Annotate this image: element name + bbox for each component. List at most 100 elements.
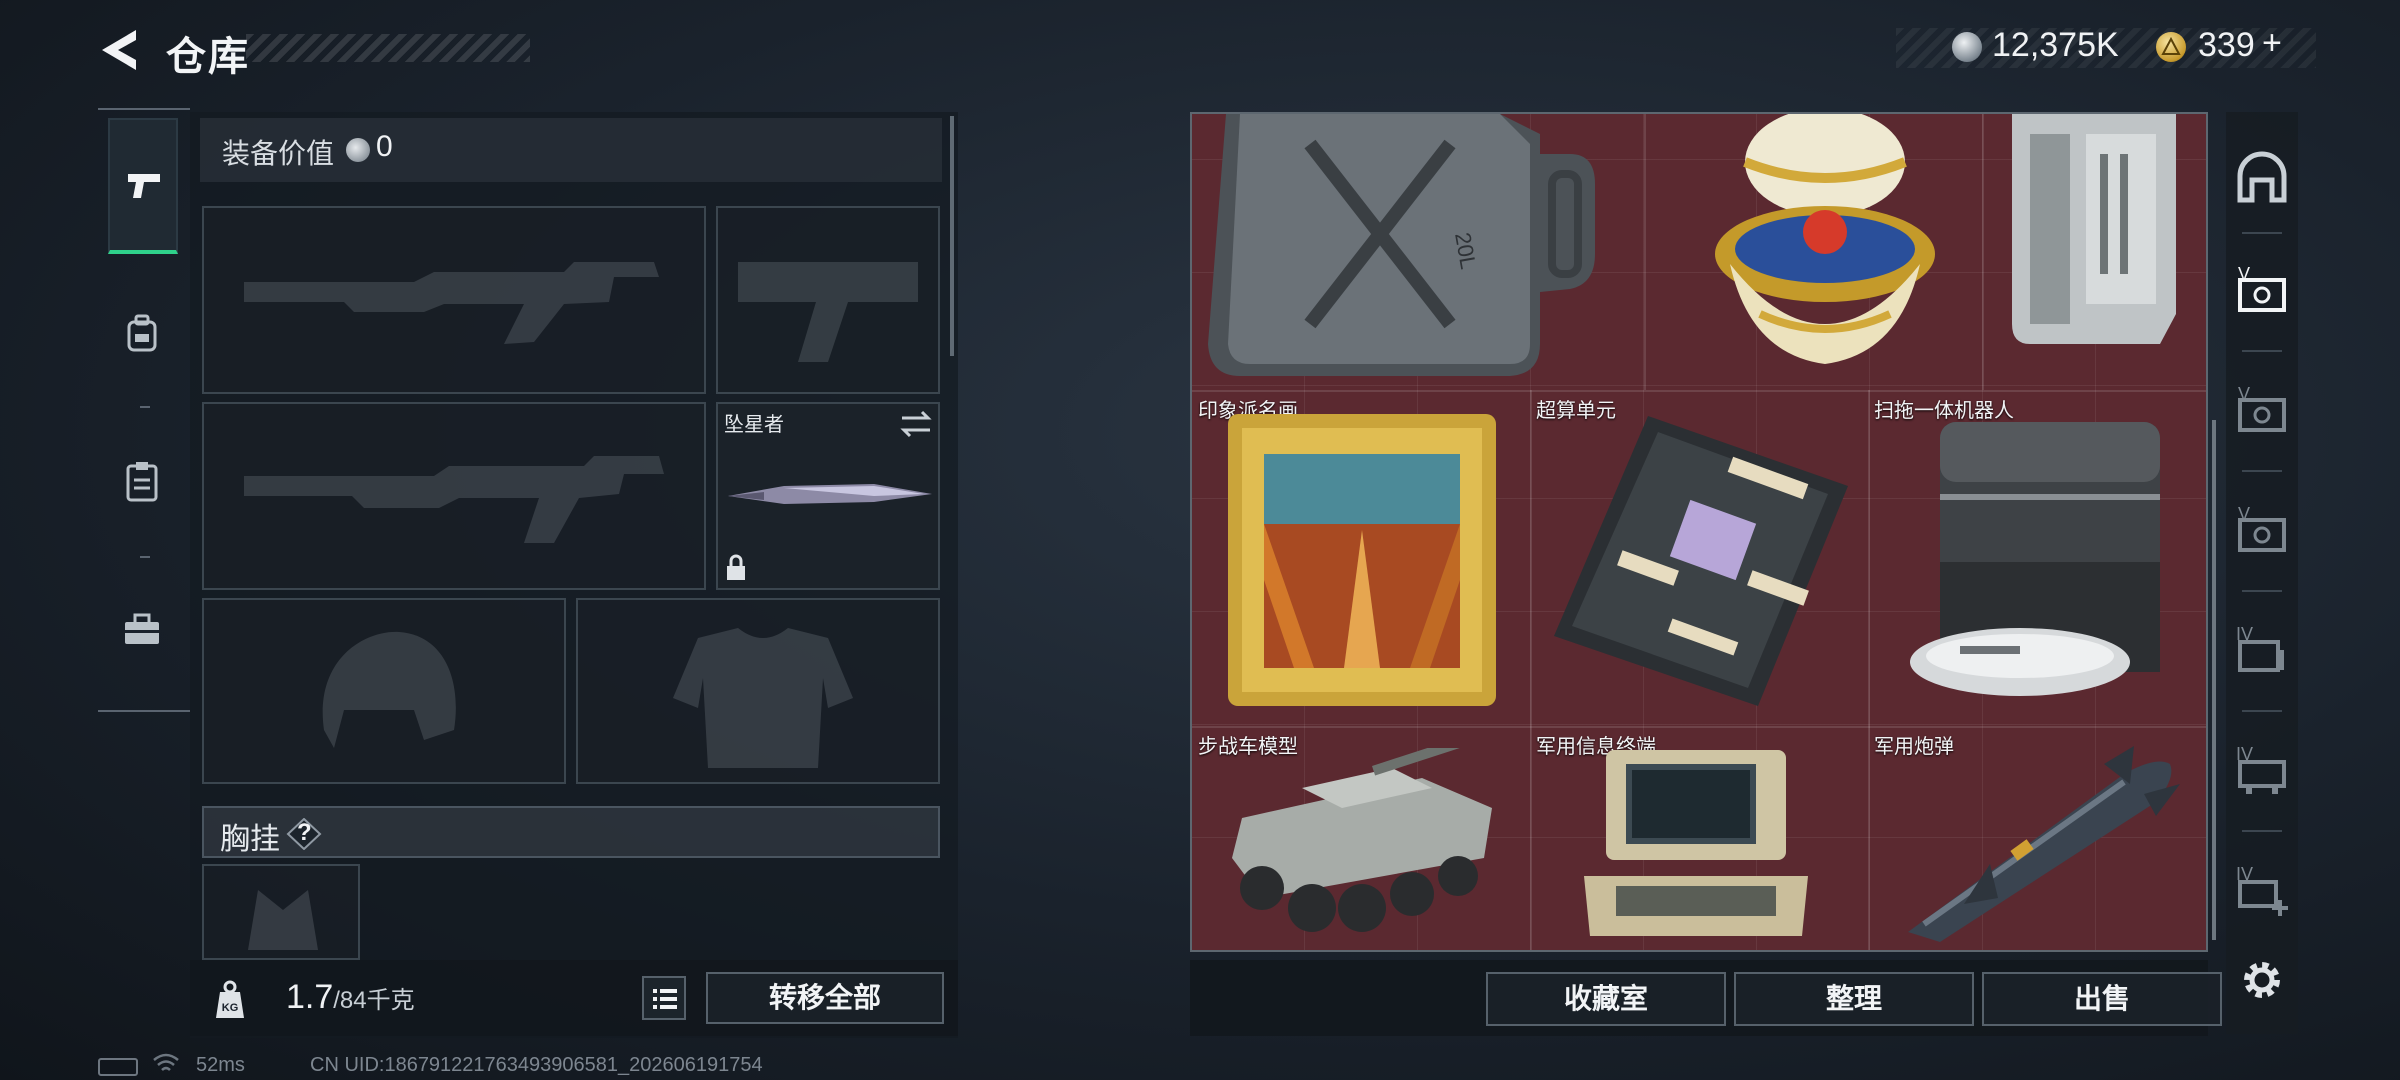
storage-scrollbar[interactable] [2212,420,2216,940]
robot-vacuum-station-icon [1910,422,2160,696]
sell-button[interactable]: 出售 [1982,972,2222,1026]
jerrycan-item[interactable]: 20L [1200,114,1620,384]
rail-home-vault[interactable] [2234,150,2290,206]
grid-divider [1192,390,2206,392]
equipment-value: 0 [376,130,393,163]
rail-storage-v-3[interactable]: V [2234,504,2290,560]
gear-icon [2244,962,2280,998]
weight-readout: 1.7/84千克 [286,978,415,1017]
server-unit-item[interactable] [2000,114,2196,350]
rugged-laptop-icon [1584,750,1808,936]
tier-label: IV [2236,864,2254,884]
grid-divider [1530,390,1532,950]
currency-secondary-value: 339 [2198,26,2255,64]
circuit-board-icon [1554,416,1848,706]
knife-icon [728,484,932,504]
coin-icon [1952,32,1982,62]
swap-icon[interactable] [898,408,934,440]
sort-button[interactable]: 整理 [1734,972,1974,1026]
help-mark: ? [297,819,312,846]
pistol-silhouette-icon [738,262,918,362]
list-view-button[interactable] [642,976,686,1020]
chest-rig-label: 胸挂 [220,823,280,856]
military-terminal-item[interactable] [1576,746,1816,942]
rail-divider [2242,232,2282,234]
equipment-value-label: 装备价值 [222,138,335,169]
armored-vehicle-icon [1232,738,1492,932]
primary-weapon-slot[interactable] [202,206,706,394]
rail-storage-v-2[interactable]: V [2234,384,2290,440]
pistol-icon [128,174,160,198]
tab-vest[interactable] [108,416,178,552]
rail-storage-iv-3[interactable]: IV [2234,864,2290,920]
tab-weapons[interactable] [108,118,178,254]
tab-divider [140,556,150,558]
rifle-silhouette-icon [244,262,659,344]
server-device-icon [2012,114,2176,344]
chest-rig-slot[interactable] [202,864,360,960]
coin-icon [346,138,370,162]
add-currency-button[interactable]: + [2262,24,2282,63]
missile-icon [1908,746,2180,942]
transfer-all-button[interactable]: 转移全部 [706,972,944,1024]
lock-icon [727,554,745,580]
weight-current: 1.7 [286,978,334,1016]
page-title: 仓库 [166,35,250,79]
back-button[interactable] [96,26,144,74]
jeweled-egg-icon [1715,108,1935,364]
toolbox-icon [125,613,159,644]
tier-label: V [2238,384,2251,404]
tab-toolbox[interactable] [108,566,178,702]
loadout-scrollbar[interactable] [950,116,954,356]
rail-storage-iv-2[interactable]: IV [2234,744,2290,800]
premium-currency-icon [2156,32,2186,62]
vault-arch-icon [2237,151,2287,203]
back-arrow-icon [102,30,136,70]
vest-silhouette-icon [673,628,853,768]
pistol-slot[interactable] [716,206,940,394]
helmet-slot[interactable] [202,598,566,784]
rail-storage-v-1[interactable]: V [2234,264,2290,320]
tab-divider [140,406,150,408]
ifv-model-item[interactable] [1222,738,1498,938]
faberge-egg-item[interactable] [1680,108,1970,384]
military-shell-item[interactable] [1894,744,2184,944]
jerrycan-icon: 20L [1208,114,1595,376]
backpack-icon [127,314,157,352]
rail-divider [2242,710,2282,712]
grid-divider [1982,114,1984,390]
rail-storage-iv-1[interactable]: IV [2234,624,2290,680]
melee-slot[interactable]: 坠星者 [716,402,940,590]
svg-text:KG: KG [222,1002,239,1014]
supercomputing-unit-item[interactable] [1548,410,1858,710]
tier-label: V [2238,264,2251,284]
grid-divider [1192,726,2206,728]
rail-divider [2242,350,2282,352]
rail-divider [2242,830,2282,832]
armor-slot[interactable] [576,598,940,784]
helmet-silhouette-icon [322,631,456,748]
wifi-icon [153,1053,179,1071]
weight-kg-icon: KG [208,978,252,1022]
user-uid: CN UID:1867912217634939065​81_2026061917… [310,1054,763,1076]
chest-rig-silhouette-icon [248,890,318,950]
currency-primary-value: 12,375K [1992,26,2119,64]
list-icon [653,989,677,1009]
secondary-weapon-slot[interactable] [202,402,706,590]
help-button[interactable]: ? [286,818,322,850]
weight-max: /84千克 [333,987,415,1014]
battery-icon [98,1058,138,1076]
settings-button[interactable] [2234,952,2290,1008]
melee-item-name: 坠星者 [724,414,784,436]
framed-painting-icon [1228,414,1496,706]
impressionist-painting-item[interactable] [1224,410,1500,710]
clipboard-vest-icon [126,462,158,502]
robot-vacuum-item[interactable] [1900,412,2180,712]
collection-room-button[interactable]: 收藏室 [1486,972,1726,1026]
tier-label: V [2238,504,2251,524]
grid-divider [1868,390,1870,950]
tab-backpack[interactable] [108,268,178,404]
title-decoration [246,34,530,62]
rifle-silhouette-icon [244,456,664,543]
tier-label: IV [2236,744,2254,764]
